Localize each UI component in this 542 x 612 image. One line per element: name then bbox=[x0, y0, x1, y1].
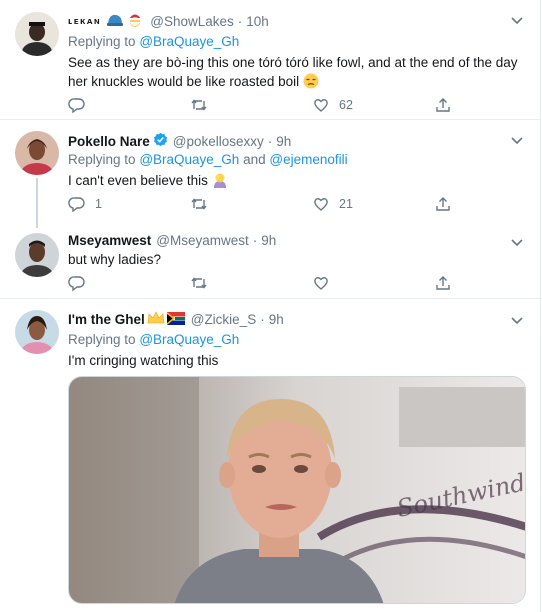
tweet-text-line: but why ladies? bbox=[68, 252, 162, 267]
like-count: 62 bbox=[339, 98, 353, 112]
display-name[interactable]: Pokello Nare bbox=[68, 134, 150, 149]
timestamp[interactable]: 9h bbox=[269, 312, 284, 327]
retweet-icon bbox=[191, 277, 207, 289]
tweet-actions: 62 bbox=[68, 96, 488, 116]
tweet-header: Pokello Nare @pokellosexxy · 9h bbox=[68, 132, 291, 150]
avatar[interactable] bbox=[15, 233, 59, 277]
replying-to: Replying to @BraQuaye_Gh bbox=[68, 34, 239, 49]
tweet-header: ʟᴇᴋᴀɴ @ShowLakes · 10h bbox=[68, 12, 269, 31]
like-button[interactable] bbox=[312, 274, 339, 292]
tweet-actions: 1 21 bbox=[68, 195, 488, 215]
like-count: 21 bbox=[339, 197, 353, 211]
replying-to: Replying to @BraQuaye_Gh bbox=[68, 332, 239, 347]
retweet-icon bbox=[191, 99, 207, 111]
south-africa-flag-icon bbox=[166, 311, 185, 328]
separator-dot: · bbox=[252, 233, 258, 248]
replying-to-label: Replying to bbox=[68, 152, 136, 167]
replying-to-label: Replying to bbox=[68, 34, 136, 49]
tweet-actions bbox=[68, 274, 488, 294]
reply-icon bbox=[68, 276, 85, 292]
timeline-column: ʟᴇᴋᴀɴ @ShowLakes · 10h Replying to @BraQ… bbox=[0, 0, 541, 612]
retweet-button[interactable] bbox=[190, 96, 217, 114]
like-icon bbox=[314, 99, 328, 112]
tweet-text-line: her knuckles would be like roasted boil bbox=[68, 72, 530, 94]
tweet-text-line: See as they are bò-ing this one tóró tór… bbox=[68, 55, 518, 70]
tweet-text-line: I'm cringing watching this bbox=[68, 353, 219, 368]
retweet-icon bbox=[191, 198, 207, 210]
separator-dot: · bbox=[237, 14, 243, 29]
reply-icon bbox=[68, 98, 85, 114]
like-icon bbox=[314, 198, 328, 211]
user-handle[interactable]: @Mseyamwest bbox=[156, 233, 248, 248]
mention-link[interactable]: @BraQuaye_Gh bbox=[139, 152, 239, 167]
separator-dot: · bbox=[260, 312, 265, 327]
tweet-media-gif[interactable]: Southwind bbox=[68, 376, 526, 604]
user-handle[interactable]: @ShowLakes bbox=[150, 14, 234, 29]
user-handle[interactable]: @Zickie_S bbox=[191, 312, 256, 327]
timestamp[interactable]: 9h bbox=[276, 134, 291, 149]
verified-badge-icon bbox=[153, 132, 168, 150]
tweet-text-line: I can't even believe this bbox=[68, 173, 208, 188]
timestamp[interactable]: 9h bbox=[261, 233, 276, 248]
tweet-text-line-2: her knuckles would be like roasted boil bbox=[68, 74, 300, 89]
replying-to-label: Replying to bbox=[68, 332, 136, 347]
tweet-mseyamwest[interactable]: Mseyamwest @Mseyamwest · 9h but why ladi… bbox=[0, 226, 541, 298]
reply-icon bbox=[68, 197, 85, 213]
share-button[interactable] bbox=[434, 195, 452, 213]
tweet-header: Mseyamwest @Mseyamwest · 9h bbox=[68, 233, 276, 248]
display-name[interactable]: ʟᴇᴋᴀɴ bbox=[68, 16, 101, 27]
share-button[interactable] bbox=[434, 96, 452, 114]
tweet-showlakes[interactable]: ʟᴇᴋᴀɴ @ShowLakes · 10h Replying to @BraQ… bbox=[0, 0, 541, 119]
mention-link[interactable]: @BraQuaye_Gh bbox=[139, 34, 239, 49]
like-icon bbox=[314, 277, 328, 290]
display-name[interactable]: Mseyamwest bbox=[68, 233, 151, 248]
share-icon bbox=[436, 276, 450, 290]
replying-to: Replying to @BraQuaye_Gh and @ejemenofil… bbox=[68, 152, 348, 167]
display-name[interactable]: I'm the Ghel bbox=[68, 312, 145, 327]
like-button[interactable]: 62 bbox=[312, 96, 353, 114]
share-button[interactable] bbox=[434, 274, 452, 292]
tweet-text: I can't even believe this bbox=[68, 171, 530, 193]
mention-link[interactable]: @BraQuaye_Gh bbox=[139, 332, 239, 347]
santa-emoji-icon bbox=[126, 12, 144, 31]
retweet-button[interactable] bbox=[190, 195, 217, 213]
reply-button[interactable] bbox=[68, 96, 95, 114]
timestamp[interactable]: 10h bbox=[246, 14, 269, 29]
unamused-emoji-icon bbox=[303, 73, 319, 94]
share-icon bbox=[436, 197, 450, 211]
tweet-pokello[interactable]: Pokello Nare @pokellosexxy · 9h Replying… bbox=[0, 120, 541, 228]
chevron-down-icon[interactable] bbox=[509, 12, 525, 28]
tweet-header: I'm the Ghel @Zickie_S · 9h bbox=[68, 311, 284, 328]
retweet-button[interactable] bbox=[190, 274, 217, 292]
like-button[interactable]: 21 bbox=[312, 195, 353, 213]
separator-dot: · bbox=[267, 133, 273, 149]
user-handle[interactable]: @pokellosexxy bbox=[173, 134, 264, 149]
tweet-text: I'm cringing watching this bbox=[68, 351, 530, 370]
chevron-down-icon[interactable] bbox=[509, 132, 525, 148]
replying-and-label: and bbox=[243, 152, 266, 167]
reply-button[interactable]: 1 bbox=[68, 195, 102, 213]
avatar[interactable] bbox=[15, 12, 59, 56]
facepalm-emoji-icon bbox=[212, 172, 228, 193]
reply-count: 1 bbox=[95, 197, 102, 211]
chevron-down-icon[interactable] bbox=[509, 312, 525, 328]
chevron-down-icon[interactable] bbox=[509, 234, 525, 250]
share-icon bbox=[436, 98, 450, 112]
tweet-text: See as they are bò-ing this one tóró tór… bbox=[68, 53, 530, 94]
thread-connector bbox=[36, 178, 38, 228]
avatar[interactable] bbox=[15, 310, 59, 354]
reply-button[interactable] bbox=[68, 274, 95, 292]
tweet-text: but why ladies? bbox=[68, 250, 530, 269]
avatar[interactable] bbox=[15, 131, 59, 175]
mention-link-2[interactable]: @ejemenofili bbox=[269, 152, 347, 167]
cap-emoji-icon bbox=[106, 12, 124, 31]
crown-emoji-icon bbox=[147, 311, 165, 328]
